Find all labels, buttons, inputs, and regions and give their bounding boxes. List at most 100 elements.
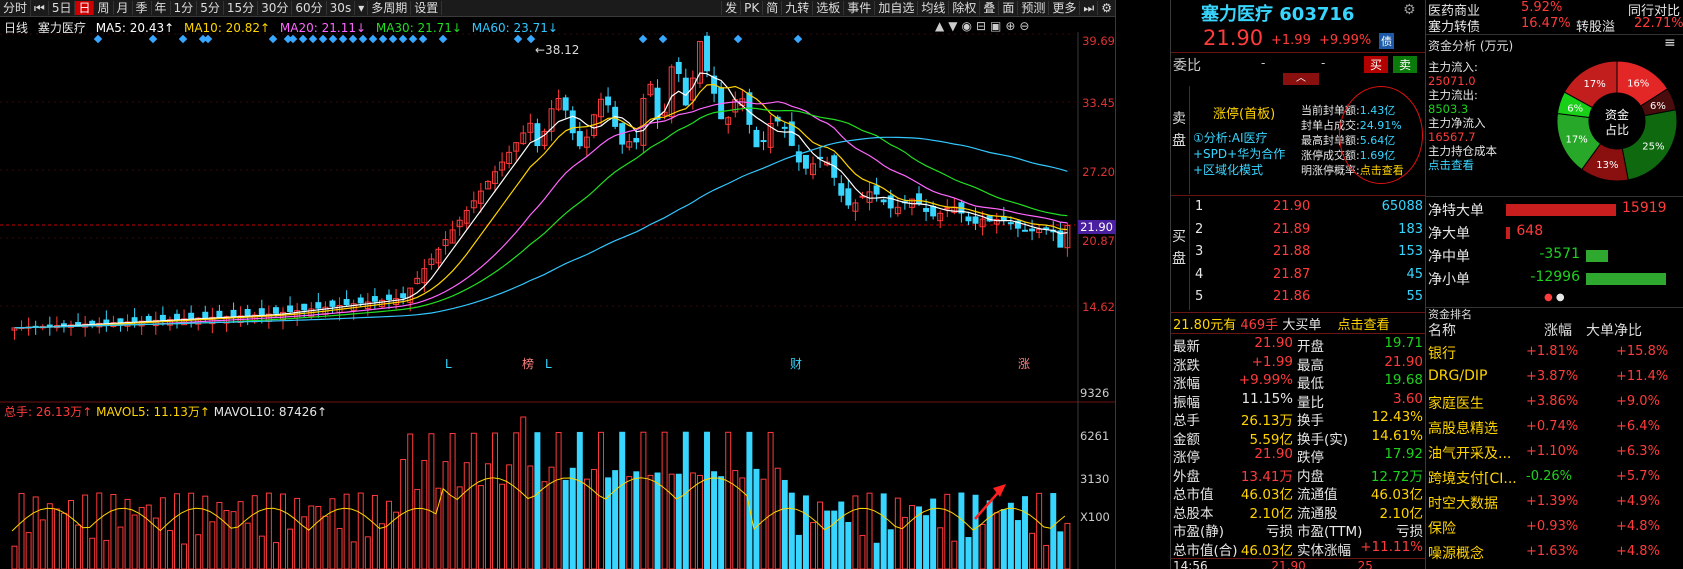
toolbar-item-5[interactable]: 季 <box>132 1 152 15</box>
signal-diamond[interactable] <box>658 34 668 44</box>
toolbar-item-8[interactable]: 5分 <box>197 1 224 15</box>
rank-row[interactable]: 银行 +1.81% +15.8% <box>1426 340 1683 365</box>
flow-row[interactable]: 净大单 648 <box>1426 221 1683 244</box>
toolbar-right-item-7[interactable]: 均线 <box>917 1 949 15</box>
fund-row[interactable]: 主力持仓成本 点击查看 <box>1428 144 1548 172</box>
sell-button[interactable]: 卖 <box>1393 56 1418 73</box>
toolbar-item-0[interactable]: ⏮ <box>31 1 49 15</box>
toolbar-item-4[interactable]: 月 <box>113 1 133 15</box>
rank-row[interactable]: 跨境支付[CI... -0.26% +5.7% <box>1426 465 1683 490</box>
flow-row[interactable]: 净小单 -12996 <box>1426 267 1683 290</box>
signal-diamond[interactable] <box>268 34 278 44</box>
rank-row[interactable]: 油气开采及... +1.10% +6.3% <box>1426 440 1683 465</box>
rank-row[interactable]: 保险 +0.93% +4.8% <box>1426 515 1683 540</box>
signal-diamond[interactable] <box>388 34 398 44</box>
toolbar-right-item-4[interactable]: 选板 <box>812 1 844 15</box>
signal-diamond[interactable] <box>288 34 298 44</box>
toolbar-item-2[interactable]: 日 <box>75 1 95 15</box>
buy-button[interactable]: 买 <box>1364 56 1389 73</box>
kline-chart[interactable]: ←38.12L 榜 L 财涨 <box>0 32 1115 569</box>
delete-icon[interactable]: ▣ <box>990 19 1005 33</box>
signal-diamond[interactable] <box>318 34 328 44</box>
toolbar-item-12[interactable]: 30s <box>326 1 356 15</box>
signal-diamond[interactable] <box>148 34 158 44</box>
sector-row[interactable]: 医药商业 5.92% 同行对比 <box>1428 0 1682 19</box>
zoom-in-icon[interactable]: ⊕ <box>1005 19 1019 33</box>
rank-row[interactable]: DRG/DIP +3.87% +11.4% <box>1426 365 1683 390</box>
event-marker[interactable]: 涨 <box>1018 356 1030 371</box>
signal-diamond[interactable] <box>358 34 368 44</box>
signal-diamond[interactable] <box>733 34 743 44</box>
toolbar-right-item-0[interactable]: 发 <box>721 1 741 15</box>
toolbar-right-item-6[interactable]: 加自选 <box>874 1 918 15</box>
signal-diamond[interactable] <box>348 34 358 44</box>
rank-row[interactable]: 高股息精选 +0.74% +6.4% <box>1426 415 1683 440</box>
down-arrow-icon[interactable]: ▼ <box>948 19 961 33</box>
rank-row[interactable]: 家庭医生 +3.86% +9.0% <box>1426 390 1683 415</box>
toolbar-right-item-5[interactable]: 事件 <box>843 1 875 15</box>
toolbar-item-10[interactable]: 30分 <box>258 1 293 15</box>
toolbar-right-item-1[interactable]: PK <box>740 1 763 15</box>
bid-row[interactable]: 5 21.86 55 <box>1193 289 1423 312</box>
event-marker[interactable]: 榜 <box>522 356 534 371</box>
flow-row[interactable]: 净中单 -3571 <box>1426 244 1683 267</box>
toolbar-right-item-8[interactable]: 除权 <box>948 1 980 15</box>
toolbar-item-13[interactable]: ▾ <box>355 1 369 15</box>
toolbar-right-item-3[interactable]: 九转 <box>781 1 813 15</box>
fund-donut-chart[interactable]: 16% 6% 25% 13% 17% 6% 17% 资金占比 <box>1554 58 1680 184</box>
toolbar-item-9[interactable]: 15分 <box>223 1 259 15</box>
signal-diamond[interactable] <box>526 34 536 44</box>
toolbar-item-fenshi[interactable]: 分时 <box>0 0 32 16</box>
rank-row[interactable]: 时空大数据 +1.39% +4.9% <box>1426 490 1683 515</box>
toolbar-right-item-2[interactable]: 简 <box>762 1 782 15</box>
rank-header-cell[interactable]: 名称 <box>1428 320 1456 340</box>
bid-row[interactable]: 4 21.87 45 <box>1193 267 1423 290</box>
big-bid-summary[interactable]: 21.80元有 469手 大买单 点击查看 <box>1173 314 1390 333</box>
settings-gear-icon[interactable]: ⚙ <box>1403 2 1416 18</box>
signal-diamond[interactable] <box>93 34 103 44</box>
signal-diamond[interactable] <box>418 34 428 44</box>
sector-row[interactable]: 塞力转债 16.47% 转股溢 22.71% <box>1428 16 1683 35</box>
rank-header-cell[interactable]: 大单净比 <box>1586 320 1642 340</box>
signal-diamond[interactable] <box>298 34 308 44</box>
toolbar-item-3[interactable]: 周 <box>94 1 114 15</box>
collapse-up-icon[interactable]: ︿ <box>1283 73 1319 85</box>
toolbar-item-11[interactable]: 60分 <box>292 1 327 15</box>
signal-diamond[interactable] <box>408 34 418 44</box>
signal-diamond[interactable] <box>178 34 188 44</box>
bid-row[interactable]: 3 21.88 153 <box>1193 244 1423 267</box>
fund-value[interactable]: 点击查看 <box>1428 158 1548 172</box>
signal-diamond[interactable] <box>638 34 648 44</box>
lock-icon[interactable]: ⊟ <box>976 19 990 33</box>
signal-diamond[interactable] <box>338 34 348 44</box>
menu-icon[interactable]: ≡ <box>1664 35 1676 51</box>
zoom-out-icon[interactable]: ⊖ <box>1019 19 1033 33</box>
signal-diamond[interactable] <box>398 34 408 44</box>
up-arrow-icon[interactable]: ▲ <box>935 19 948 33</box>
event-marker[interactable]: L <box>545 357 552 371</box>
signal-diamond[interactable] <box>308 34 318 44</box>
toolbar-right-item-10[interactable]: 面 <box>998 1 1018 15</box>
bond-badge[interactable]: 债 <box>1379 33 1394 49</box>
signal-diamond[interactable] <box>328 34 338 44</box>
rank-header-cell[interactable]: 涨幅 <box>1544 320 1572 340</box>
signal-diamond[interactable] <box>368 34 378 44</box>
page-dots[interactable]: ● ● <box>1544 292 1565 303</box>
toolbar-item-7[interactable]: 1分 <box>170 1 198 15</box>
signal-diamond[interactable] <box>793 34 803 44</box>
signal-diamond[interactable] <box>438 34 448 44</box>
flow-row[interactable]: 净特大单 15919 <box>1426 198 1683 221</box>
toolbar-item-6[interactable]: 年 <box>151 1 171 15</box>
event-marker[interactable]: L <box>445 357 452 371</box>
eye-icon[interactable]: ◉ <box>961 19 975 33</box>
bid-row[interactable]: 2 21.89 183 <box>1193 222 1423 245</box>
event-marker[interactable]: 财 <box>790 357 802 371</box>
big-bid-link[interactable]: 点击查看 <box>1337 318 1389 333</box>
toolbar-right-item-9[interactable]: 叠 <box>979 1 999 15</box>
toolbar-item-15[interactable]: 设置 <box>411 1 443 15</box>
signal-diamond[interactable] <box>203 34 213 44</box>
toolbar-item-1[interactable]: 5日 <box>48 1 76 15</box>
analysis-text[interactable]: ①分析:AI医疗+SPD+华为合作+区域化模式 <box>1193 130 1303 178</box>
toolbar-item-14[interactable]: 多周期 <box>368 1 412 15</box>
bid-row[interactable]: 1 21.90 65088 <box>1193 199 1423 222</box>
